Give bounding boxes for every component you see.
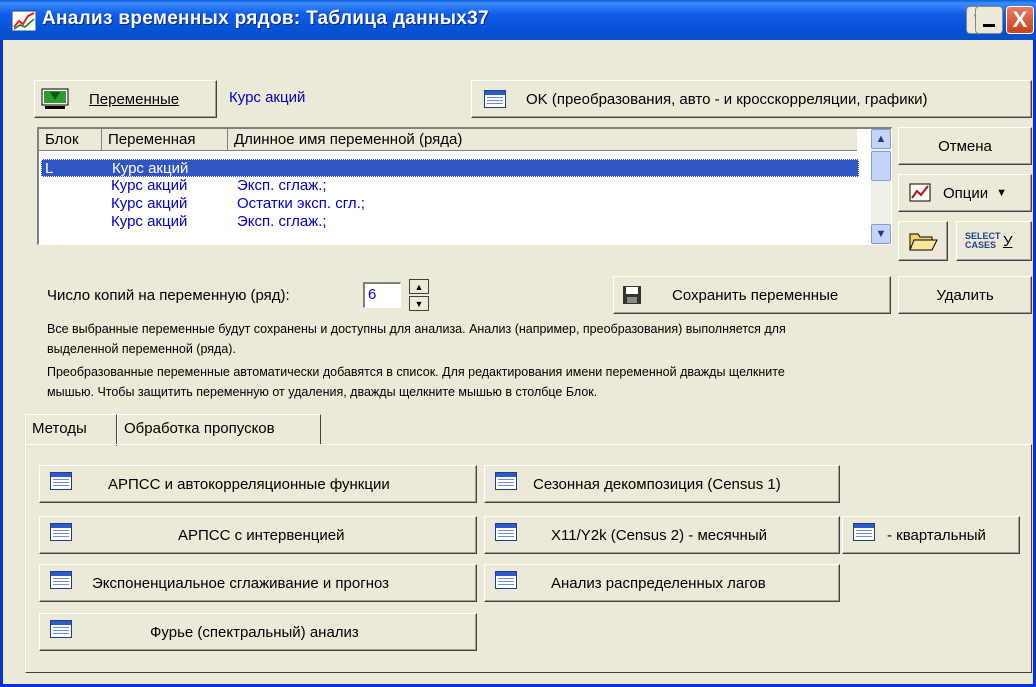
arima-acf-button[interactable]: АРПСС и автокорреляционные функции [39, 465, 477, 503]
scroll-up-icon[interactable]: ▲ [871, 129, 891, 149]
selected-variable-text: Курс акций [229, 89, 306, 106]
scroll-thumb[interactable] [871, 151, 891, 181]
minimize-button[interactable] [975, 6, 1003, 34]
column-header-long-name[interactable]: Длинное имя переменной (ряда) [228, 129, 857, 151]
row-variable: Курс акций [111, 213, 188, 230]
table-icon [484, 90, 506, 108]
seasonal-decomposition-button[interactable]: Сезонная декомпозиция (Census 1) [484, 465, 840, 503]
list-row[interactable]: L Курс акций [41, 159, 859, 177]
distributed-lags-button[interactable]: Анализ распределенных лагов [484, 564, 840, 602]
row-variable: Курс акций [111, 177, 188, 194]
x11-monthly-button[interactable]: X11/Y2k (Census 2) - месячный [484, 516, 840, 554]
table-icon [50, 472, 72, 490]
row-variable: Курс акций [112, 160, 189, 177]
exp-smoothing-label: Экспоненциальное сглаживание и прогноз [92, 574, 390, 592]
scroll-down-icon[interactable]: ▼ [871, 224, 891, 244]
cancel-button[interactable]: Отмена [898, 127, 1032, 165]
info-text-line-4: мышью. Чтобы защитить переменную от удал… [47, 385, 598, 399]
copies-spinner[interactable]: ▲ ▼ [409, 279, 429, 311]
list-row[interactable]: Курс акций Остатки эксп. сгл.; [41, 195, 859, 213]
title-bar[interactable]: Анализ временных рядов: Таблица данных37… [0, 0, 1036, 40]
variables-list[interactable]: Блок Переменная Длинное имя переменной (… [37, 127, 892, 245]
arima-intervention-label: АРПСС с интервенцией [178, 526, 345, 544]
spin-up-icon[interactable]: ▲ [409, 279, 429, 294]
table-icon [495, 472, 517, 490]
folder-icon [909, 233, 938, 251]
select-cases-button[interactable]: SELECT CASES У [956, 221, 1032, 261]
tab-missing-data[interactable]: Обработка пропусков [117, 414, 321, 444]
dialog-window: Анализ временных рядов: Таблица данных37… [0, 0, 1036, 687]
arima-intervention-button[interactable]: АРПСС с интервенцией [39, 516, 477, 554]
ok-button[interactable]: OK (преобразования, авто - и кросскоррел… [471, 80, 1032, 118]
variables-button-label: Переменные [89, 90, 180, 108]
dropdown-arrow-icon: ▼ [996, 187, 1008, 199]
list-header: Блок Переменная Длинное имя переменной (… [39, 129, 857, 151]
variables-button[interactable]: Переменные [34, 80, 217, 118]
copies-label: Число копий на переменную (ряд): [47, 287, 290, 304]
info-text-line-1: Все выбранные переменные будут сохранены… [47, 322, 786, 336]
list-scrollbar[interactable]: ▲ ▼ [871, 129, 891, 244]
select-cases-icon: SELECT CASES [965, 231, 1001, 250]
tab-methods[interactable]: Методы [25, 414, 117, 446]
fourier-button[interactable]: Фурье (спектральный) анализ [39, 613, 477, 651]
row-long-name: Остатки эксп. сгл.; [237, 195, 365, 212]
window-title: Анализ временных рядов: Таблица данных37 [42, 8, 489, 29]
options-icon [909, 183, 931, 202]
arima-acf-label: АРПСС и автокорреляционные функции [108, 475, 390, 493]
copies-input[interactable]: 6 [363, 282, 401, 308]
variables-icon [41, 88, 69, 109]
select-cases-key: У [1003, 232, 1013, 250]
column-header-block[interactable]: Блок [39, 129, 102, 151]
list-row[interactable]: Курс акций Эксп. сглаж.; [41, 177, 859, 195]
table-icon [50, 571, 72, 589]
row-long-name: Эксп. сглаж.; [237, 213, 327, 230]
close-button[interactable]: X [1006, 6, 1034, 34]
row-long-name: Эксп. сглаж.; [237, 177, 327, 194]
quarterly-button[interactable]: - квартальный [842, 516, 1020, 554]
distributed-lags-label: Анализ распределенных лагов [551, 574, 766, 592]
row-variable: Курс акций [111, 195, 188, 212]
fourier-label: Фурье (спектральный) анализ [150, 623, 359, 641]
table-icon [50, 620, 72, 638]
table-icon [853, 523, 875, 541]
table-icon [50, 523, 72, 541]
x11-monthly-label: X11/Y2k (Census 2) - месячный [551, 526, 767, 544]
save-icon [623, 286, 641, 304]
save-variables-button[interactable]: Сохранить переменные [613, 276, 891, 314]
spin-down-icon[interactable]: ▼ [409, 296, 429, 311]
seasonal-decomposition-label: Сезонная декомпозиция (Census 1) [533, 475, 781, 493]
chart-app-icon [12, 10, 36, 31]
options-button-label: Опции [943, 184, 989, 202]
table-icon [495, 523, 517, 541]
options-button[interactable]: Опции ▼ [898, 174, 1032, 212]
delete-button[interactable]: Удалить [898, 276, 1032, 314]
table-icon [495, 571, 517, 589]
list-row[interactable]: Курс акций Эксп. сглаж.; [41, 213, 859, 231]
open-folder-button[interactable] [898, 221, 948, 261]
info-text-line-2: выделенной переменной (ряда). [47, 342, 236, 356]
exp-smoothing-button[interactable]: Экспоненциальное сглаживание и прогноз [39, 564, 477, 602]
info-text-line-3: Преобразованные переменные автоматически… [47, 365, 785, 379]
column-header-variable[interactable]: Переменная [102, 129, 228, 151]
quarterly-label: - квартальный [887, 526, 986, 544]
delete-button-label: Удалить [936, 286, 994, 304]
row-block: L [45, 160, 54, 177]
cancel-button-label: Отмена [938, 137, 992, 155]
save-button-label: Сохранить переменные [672, 286, 839, 304]
ok-button-label: OK (преобразования, авто - и кросскоррел… [526, 90, 928, 108]
